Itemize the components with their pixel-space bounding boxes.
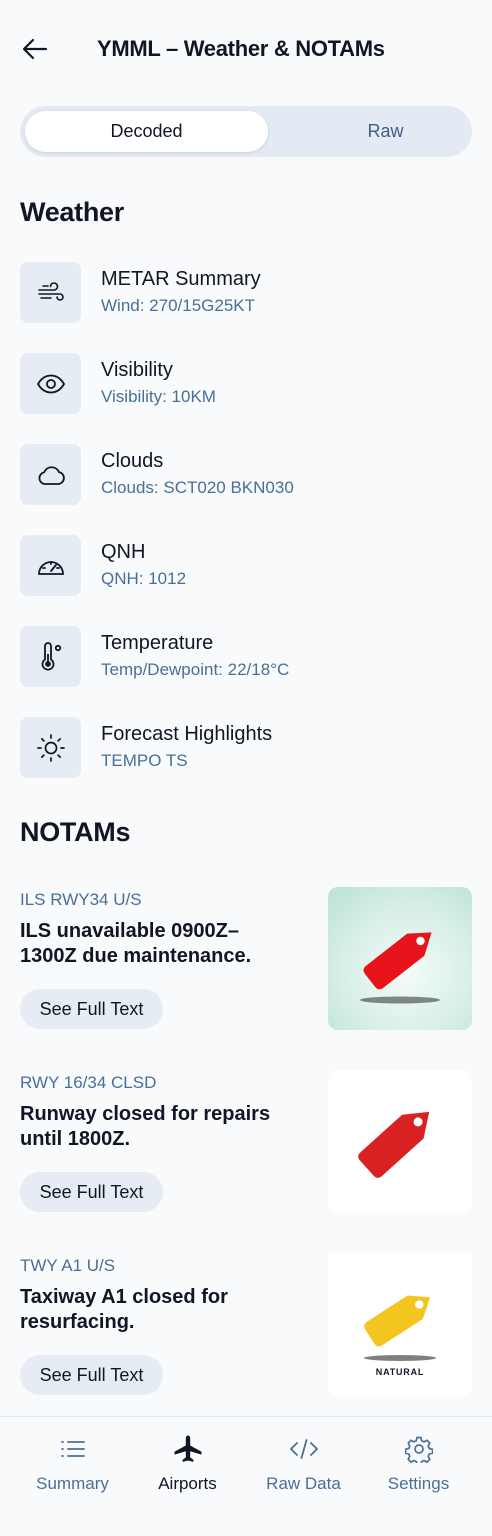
weather-item-value: Visibility: 10KM bbox=[101, 387, 216, 406]
weather-item-visibility[interactable]: Visibility Visibility: 10KM bbox=[20, 353, 472, 415]
nav-settings[interactable]: Settings bbox=[361, 1417, 476, 1536]
notam-thumbnail[interactable] bbox=[328, 1070, 472, 1213]
weather-item-label: Clouds bbox=[101, 450, 164, 472]
notam-description: Runway closed for repairs until 1800Z. bbox=[20, 1103, 271, 1150]
toggle-raw[interactable]: Raw bbox=[264, 111, 492, 152]
notam-description: Taxiway A1 closed for resurfacing. bbox=[20, 1286, 228, 1333]
see-full-text-button[interactable]: See Full Text bbox=[20, 1355, 163, 1395]
gauge-icon bbox=[20, 535, 81, 596]
weather-item-label: METAR Summary bbox=[101, 268, 261, 290]
page-title: YMML – Weather & NOTAMs bbox=[97, 36, 385, 61]
red-tag-icon bbox=[360, 932, 440, 1004]
app-header: YMML – Weather & NOTAMs bbox=[0, 0, 492, 100]
weather-section-title: Weather bbox=[20, 197, 124, 227]
weather-item-label: Forecast Highlights bbox=[101, 723, 273, 745]
red-tag-icon bbox=[358, 1111, 430, 1178]
nav-airports[interactable]: Airports bbox=[130, 1417, 245, 1536]
notams-section-title: NOTAMs bbox=[20, 817, 131, 847]
gear-icon bbox=[361, 1434, 476, 1464]
sun-icon bbox=[20, 717, 81, 778]
eye-icon bbox=[20, 353, 81, 414]
wind-icon bbox=[20, 262, 81, 323]
notam-description: ILS unavailable 0900Z–1300Z due maintena… bbox=[20, 920, 252, 967]
nav-summary[interactable]: Summary bbox=[15, 1417, 130, 1536]
weather-item-value: QNH: 1012 bbox=[101, 569, 187, 588]
weather-item-metar[interactable]: METAR Summary Wind: 270/15G25KT bbox=[20, 262, 472, 324]
notam-thumbnail[interactable] bbox=[328, 887, 472, 1030]
bottom-nav: Summary Airports Raw Data Settings bbox=[0, 1416, 492, 1536]
weather-item-qnh[interactable]: QNH QNH: 1012 bbox=[20, 535, 472, 597]
notam-card: ILS RWY34 U/S ILS unavailable 0900Z–1300… bbox=[20, 887, 472, 1032]
notam-code: RWY 16/34 CLSD bbox=[20, 1073, 157, 1092]
thermometer-icon bbox=[20, 626, 81, 687]
weather-item-label: QNH bbox=[101, 541, 146, 563]
weather-item-value: Clouds: SCT020 BKN030 bbox=[101, 478, 294, 497]
see-full-text-button[interactable]: See Full Text bbox=[20, 1172, 163, 1212]
weather-item-label: Visibility bbox=[101, 359, 173, 381]
airplane-icon bbox=[130, 1434, 245, 1464]
weather-item-forecast[interactable]: Forecast Highlights TEMPO TS bbox=[20, 717, 472, 779]
nav-label: Raw Data bbox=[266, 1474, 341, 1493]
nav-label: Airports bbox=[158, 1474, 217, 1493]
see-full-text-button[interactable]: See Full Text bbox=[20, 989, 163, 1029]
weather-item-clouds[interactable]: Clouds Clouds: SCT020 BKN030 bbox=[20, 444, 472, 506]
cloud-icon bbox=[20, 444, 81, 505]
list-icon bbox=[15, 1434, 130, 1464]
weather-item-label: Temperature bbox=[101, 632, 214, 654]
weather-item-value: Temp/Dewpoint: 22/18°C bbox=[101, 660, 290, 679]
notam-code: ILS RWY34 U/S bbox=[20, 890, 142, 909]
nav-raw-data[interactable]: Raw Data bbox=[246, 1417, 361, 1536]
decoded-raw-toggle: Decoded Raw bbox=[20, 106, 472, 157]
notam-card: TWY A1 U/S Taxiway A1 closed for resurfa… bbox=[20, 1253, 472, 1398]
nav-label: Summary bbox=[36, 1474, 109, 1493]
arrow-left-icon bbox=[22, 38, 48, 65]
toggle-decoded[interactable]: Decoded bbox=[25, 111, 268, 152]
code-icon bbox=[246, 1434, 361, 1464]
weather-item-value: Wind: 270/15G25KT bbox=[101, 296, 256, 315]
notam-thumbnail[interactable]: NATURAL bbox=[328, 1253, 472, 1396]
back-button[interactable] bbox=[20, 36, 50, 66]
weather-item-temperature[interactable]: Temperature Temp/Dewpoint: 22/18°C bbox=[20, 626, 472, 688]
thumbnail-caption: NATURAL bbox=[375, 1367, 425, 1377]
nav-label: Settings bbox=[387, 1474, 450, 1493]
notam-card: RWY 16/34 CLSD Runway closed for repairs… bbox=[20, 1070, 472, 1215]
weather-item-value: TEMPO TS bbox=[101, 751, 188, 770]
notam-code: TWY A1 U/S bbox=[20, 1256, 116, 1275]
